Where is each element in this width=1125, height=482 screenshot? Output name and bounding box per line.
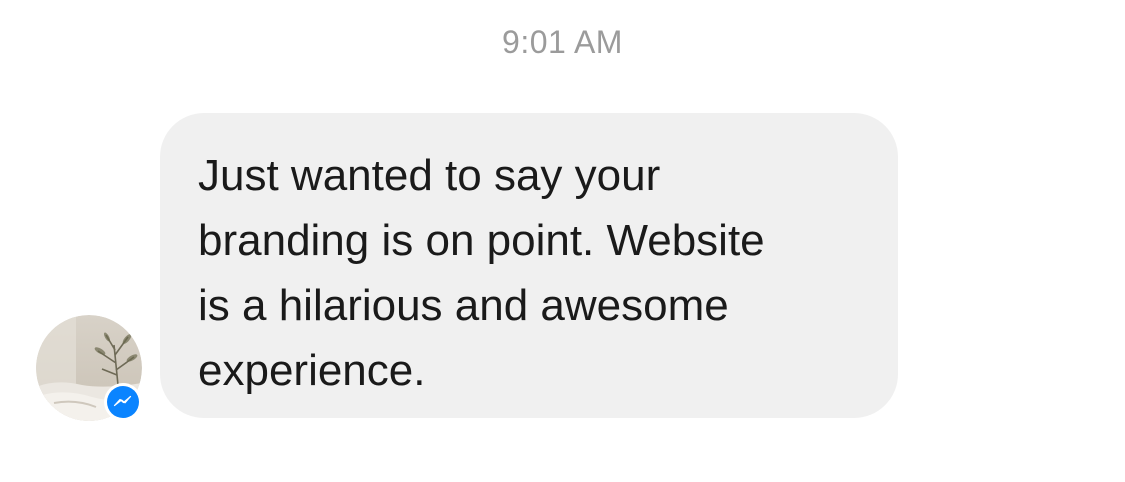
message-bubble[interactable]: Just wanted to say your branding is on p… [160,113,898,418]
sender-avatar[interactable] [36,315,142,421]
message-thread: 9:01 AM Just wanted to say your branding… [0,0,1125,482]
messenger-icon [104,383,142,421]
message-timestamp: 9:01 AM [502,24,623,60]
message-text: Just wanted to say your branding is on p… [198,151,765,395]
